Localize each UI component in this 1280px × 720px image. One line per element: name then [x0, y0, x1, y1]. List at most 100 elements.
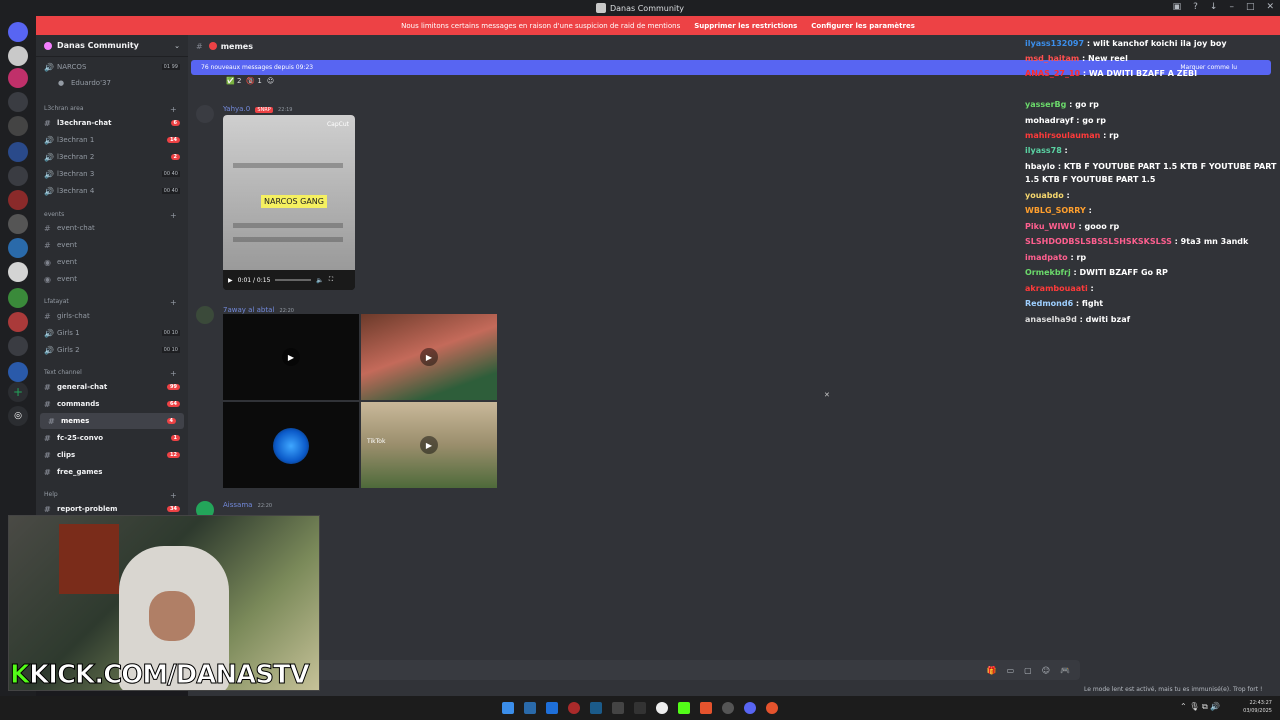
system-clock[interactable]: 22:43:27 03/09/2025: [1243, 699, 1272, 715]
configure-settings-link[interactable]: Configurer les paramètres: [811, 22, 915, 30]
play-icon[interactable]: ▶: [228, 277, 233, 284]
add-channel-icon[interactable]: +: [170, 105, 177, 114]
channel-event[interactable]: # event: [36, 237, 188, 253]
speaker-icon: 🔊: [44, 152, 54, 162]
close-button[interactable]: ✕: [1266, 2, 1274, 12]
help-icon[interactable]: ?: [1193, 2, 1198, 12]
add-server-icon[interactable]: +: [8, 382, 28, 402]
kick-app-icon[interactable]: [678, 702, 690, 714]
category-lfatayat[interactable]: Lfatayat +: [44, 298, 177, 307]
chevron-down-icon[interactable]: ⌄: [174, 42, 180, 50]
video-tile[interactable]: ▶: [361, 314, 497, 400]
author-name[interactable]: 7away al abtal: [223, 306, 274, 314]
channel-event[interactable]: ◉ event: [36, 254, 188, 270]
voice-user[interactable]: ● Eduardo'37: [36, 75, 188, 91]
channel-general-chat[interactable]: # general-chat 99: [36, 379, 188, 395]
avatar[interactable]: [196, 105, 214, 123]
channel-clips[interactable]: # clips 12: [36, 447, 188, 463]
remove-restrictions-link[interactable]: Supprimer les restrictions: [694, 22, 797, 30]
channel-event[interactable]: ◉ event: [36, 271, 188, 287]
author-name[interactable]: Aissama: [223, 501, 252, 509]
server-icon[interactable]: [8, 238, 28, 258]
channel-report-problem[interactable]: # report-problem 34: [36, 501, 188, 515]
category-events[interactable]: events +: [44, 211, 177, 220]
server-icon[interactable]: [8, 362, 28, 382]
server-icon-active[interactable]: [8, 262, 28, 282]
chat-line: msd_haitam : New reel: [1025, 54, 1128, 63]
minimize-button[interactable]: –: [1229, 2, 1234, 12]
obs-icon[interactable]: [656, 702, 668, 714]
channel-l3echran-2[interactable]: 🔊 l3echran 22: [36, 149, 188, 165]
volume-icon[interactable]: 🔈: [316, 277, 323, 284]
channel-girls-1[interactable]: 🔊 Girls 1 00 10: [36, 325, 188, 341]
server-icon[interactable]: [8, 288, 28, 308]
server-icon[interactable]: [8, 312, 28, 332]
maximize-button[interactable]: □: [1246, 2, 1255, 12]
server-icon[interactable]: [8, 190, 28, 210]
add-channel-icon[interactable]: +: [170, 369, 177, 378]
taskbar-app-icon[interactable]: [722, 702, 734, 714]
channel-l3echran-chat[interactable]: # l3echran-chat 6: [36, 115, 188, 131]
taskbar-app-icon[interactable]: [524, 702, 536, 714]
voice-channel-narcos[interactable]: 🔊 NARCOS 01 99: [36, 59, 188, 75]
steam-icon[interactable]: [590, 702, 602, 714]
server-icon[interactable]: [8, 46, 28, 66]
video-tile[interactable]: ▶: [223, 314, 359, 400]
fullscreen-icon[interactable]: ⛶: [329, 276, 333, 284]
server-icon[interactable]: [8, 116, 28, 136]
channel-fc-25-convo[interactable]: # fc-25-convo 1: [36, 430, 188, 446]
server-icon[interactable]: [8, 68, 28, 88]
channel-girls-chat[interactable]: # girls-chat: [36, 308, 188, 324]
channel-girls-2[interactable]: 🔊 Girls 2 00 10: [36, 342, 188, 358]
category-text-channel[interactable]: Text channel +: [44, 369, 177, 378]
video-tile[interactable]: [223, 402, 359, 488]
discord-icon[interactable]: [744, 702, 756, 714]
gif-icon[interactable]: ▭: [1007, 666, 1015, 675]
taskbar-app-icon[interactable]: [766, 702, 778, 714]
channel-commands[interactable]: # commands 64: [36, 396, 188, 412]
channel-free-games[interactable]: # free_games: [36, 464, 188, 480]
add-channel-icon[interactable]: +: [170, 211, 177, 220]
avatar[interactable]: [196, 306, 214, 324]
reaction-18[interactable]: 🔞 1: [246, 77, 261, 85]
video-tile[interactable]: TikTok ▶: [361, 402, 497, 488]
apps-icon[interactable]: 🎮: [1060, 666, 1070, 675]
emoji-icon[interactable]: ☺: [1042, 666, 1050, 675]
server-icon[interactable]: [8, 166, 28, 186]
brave-icon[interactable]: [700, 702, 712, 714]
taskbar-app-icon[interactable]: [546, 702, 558, 714]
system-tray-icons[interactable]: ⌃ 🎙 ⧉ 🔊: [1180, 702, 1220, 712]
server-icon[interactable]: [8, 214, 28, 234]
windows-start-icon[interactable]: [502, 702, 514, 714]
channel-l3echran-4[interactable]: 🔊 l3echran 4 00 40: [36, 183, 188, 199]
video-attachment[interactable]: CapCut NARCOS GANG ▶ 0:01 / 0:15 🔈 ⛶: [223, 115, 355, 290]
channel-event-chat[interactable]: # event-chat: [36, 220, 188, 236]
guild-name: Danas Community: [57, 41, 139, 50]
channel-l3echran-1[interactable]: 🔊 l3echran 1 14: [36, 132, 188, 148]
sticker-icon[interactable]: ▢: [1024, 666, 1032, 675]
discover-icon[interactable]: ◎: [8, 406, 28, 426]
category-help[interactable]: Help +: [44, 491, 177, 500]
category-l3chran[interactable]: L3chran area +: [44, 105, 177, 114]
channel-memes[interactable]: # memes 4: [40, 413, 184, 429]
raid-notice-banner: Nous limitons certains messages en raiso…: [36, 16, 1280, 35]
inbox-icon[interactable]: ▣: [1173, 2, 1182, 12]
server-icon[interactable]: [8, 336, 28, 356]
taskbar-app-icon[interactable]: [612, 702, 624, 714]
author-name[interactable]: Yahya.0: [223, 105, 250, 113]
server-icon-home[interactable]: [8, 22, 28, 42]
taskbar-app-icon[interactable]: [634, 702, 646, 714]
guild-header[interactable]: Danas Community ⌄: [36, 35, 188, 57]
chat-username: Piku_WIWU: [1025, 222, 1076, 231]
channel-l3echran-3[interactable]: 🔊 l3echran 3 00 40: [36, 166, 188, 182]
reaction-check[interactable]: ✅ 2: [226, 77, 241, 85]
server-icon[interactable]: [8, 92, 28, 112]
add-channel-icon[interactable]: +: [170, 491, 177, 500]
add-reaction-icon[interactable]: ☺: [267, 77, 274, 85]
seek-bar[interactable]: [275, 279, 312, 281]
server-icon[interactable]: [8, 142, 28, 162]
gift-icon[interactable]: 🎁: [987, 666, 997, 675]
taskbar-app-icon[interactable]: [568, 702, 580, 714]
download-icon[interactable]: ↓: [1210, 2, 1218, 12]
add-channel-icon[interactable]: +: [170, 298, 177, 307]
